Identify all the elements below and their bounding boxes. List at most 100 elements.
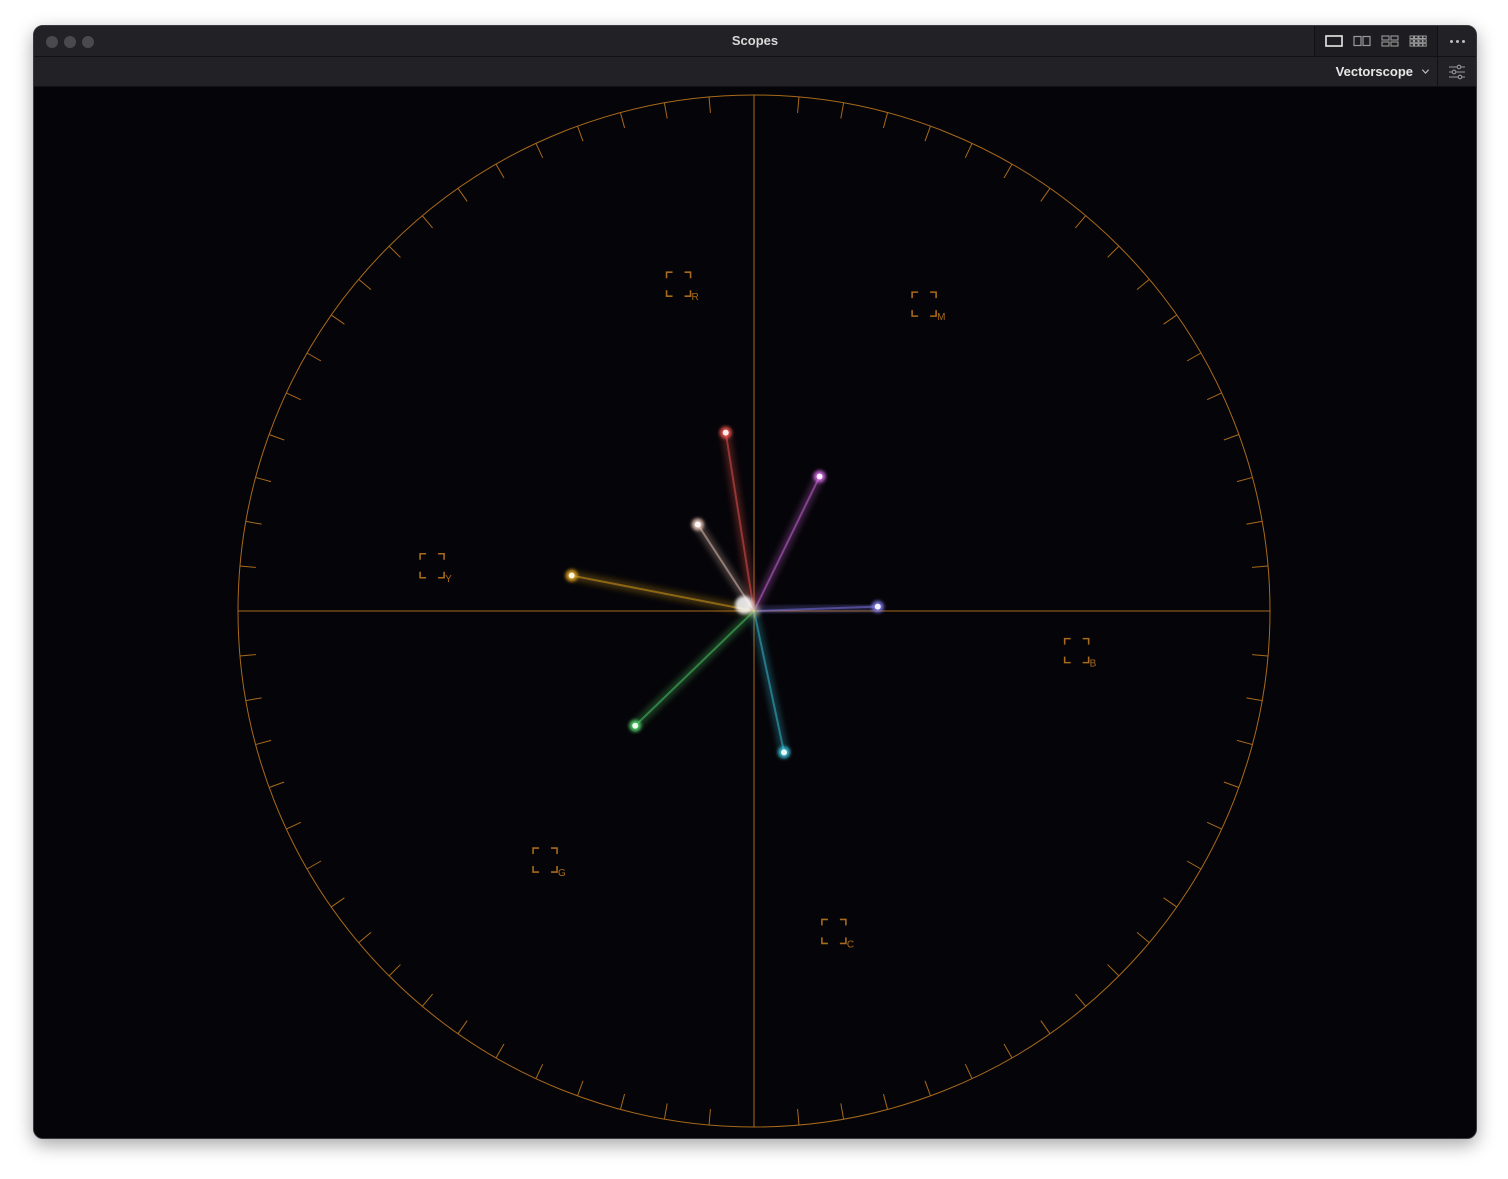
scale-tick: [1003, 1043, 1013, 1059]
scale-tick: [358, 278, 372, 290]
scope-toolbar: Vectorscope: [34, 57, 1476, 87]
scope-settings-icon: [1449, 64, 1465, 79]
trace-cyan: [749, 606, 791, 759]
scale-tick: [1186, 860, 1202, 870]
target-brackets: [1063, 637, 1090, 664]
scale-tick: [1206, 821, 1222, 830]
scale-tick: [797, 96, 800, 113]
scale-tick: [708, 96, 711, 113]
scale-tick: [268, 781, 285, 788]
scale-tick: [797, 1109, 800, 1126]
scale-tick: [663, 102, 668, 119]
scale-tick: [924, 1080, 931, 1097]
target-b: B: [1063, 637, 1097, 670]
scale-tick: [1236, 739, 1253, 746]
scale-tick: [535, 1063, 544, 1079]
scale-tick: [1163, 897, 1177, 908]
signal-traces: [565, 426, 884, 759]
scale-tick: [495, 1043, 505, 1059]
vectorscope-display: R M B C G Y: [34, 87, 1476, 1138]
trace-yellow: [565, 569, 759, 616]
scope-type-dropdown[interactable]: Vectorscope: [1336, 57, 1430, 86]
scale-tick: [457, 188, 468, 202]
scale-tick: [1236, 476, 1253, 483]
scope-settings-button[interactable]: [1437, 57, 1476, 86]
scale-tick: [1075, 215, 1087, 229]
trace-endpoint: [568, 572, 575, 579]
scale-tick: [663, 1103, 668, 1120]
scale-tick: [255, 476, 272, 483]
trace-endpoint: [632, 722, 639, 729]
trace-magenta: [749, 470, 826, 616]
scale-tick: [286, 392, 302, 401]
scale-tick: [1246, 520, 1263, 525]
scale-tick: [1252, 565, 1269, 568]
scale-tick: [577, 125, 584, 142]
scale-tick: [1107, 245, 1120, 258]
target-label: C: [847, 939, 854, 950]
target-brackets: [665, 271, 692, 297]
target-label: G: [558, 868, 566, 879]
scale-tick: [1136, 278, 1150, 290]
layout-buttons: [1314, 26, 1476, 56]
scale-tick: [245, 520, 262, 525]
scope-type-label: Vectorscope: [1335, 64, 1413, 79]
trace-line: [634, 610, 755, 727]
target-r: R: [665, 271, 699, 303]
scale-tick: [306, 860, 322, 870]
scale-tick: [1246, 697, 1263, 702]
target-c: C: [821, 918, 854, 950]
trace-endpoint: [781, 749, 788, 756]
scale-tick: [1223, 434, 1240, 441]
scale-tick: [421, 993, 433, 1007]
grid-layout-icon[interactable]: [1409, 35, 1427, 47]
target-g: G: [532, 847, 566, 879]
trace-blue: [749, 600, 884, 616]
scale-tick: [924, 125, 931, 142]
scale-tick: [577, 1080, 584, 1097]
scale-tick: [1206, 392, 1222, 401]
chevron-down-icon: [1421, 69, 1430, 74]
scale-tick: [840, 102, 845, 119]
scale-tick: [421, 215, 433, 229]
scale-tick: [255, 739, 272, 746]
quad-layout-icon[interactable]: [1381, 35, 1399, 47]
scale-tick: [882, 1093, 889, 1110]
scale-tick: [535, 143, 544, 159]
trace-line: [753, 475, 821, 612]
title-bar: Scopes: [34, 26, 1476, 57]
target-brackets: [911, 291, 937, 317]
scale-tick: [1223, 781, 1240, 788]
scale-tick: [286, 821, 302, 830]
scale-tick: [964, 1063, 973, 1079]
scale-tick: [239, 565, 256, 568]
scale-tick: [1107, 964, 1120, 977]
scale-tick: [1186, 352, 1202, 362]
scale-tick: [1003, 163, 1013, 179]
trace-endpoint: [816, 473, 823, 480]
trace-line: [753, 610, 786, 754]
trace-endpoint: [722, 429, 729, 436]
target-label: M: [937, 312, 945, 323]
trace-endpoint: [874, 603, 881, 610]
trace-green: [629, 606, 759, 732]
trace-endpoint: [694, 521, 701, 528]
target-label: Y: [445, 574, 452, 585]
target-m: M: [911, 291, 945, 323]
scale-tick: [495, 163, 505, 179]
scopes-window: Scopes Vectorscope R M B C G Y: [33, 25, 1477, 1139]
single-layout-icon[interactable]: [1325, 35, 1343, 47]
scale-tick: [1252, 654, 1269, 657]
trace-line: [570, 574, 755, 612]
dual-layout-icon[interactable]: [1353, 35, 1371, 47]
scale-tick: [1163, 314, 1177, 325]
scale-tick: [239, 654, 256, 657]
scale-tick: [1136, 932, 1150, 944]
scale-tick: [388, 964, 401, 977]
target-brackets: [532, 847, 558, 873]
target-brackets: [821, 918, 847, 945]
scale-tick: [457, 1020, 468, 1034]
more-options-button[interactable]: [1437, 26, 1476, 56]
target-brackets: [419, 552, 445, 579]
layout-group: [1314, 26, 1437, 56]
